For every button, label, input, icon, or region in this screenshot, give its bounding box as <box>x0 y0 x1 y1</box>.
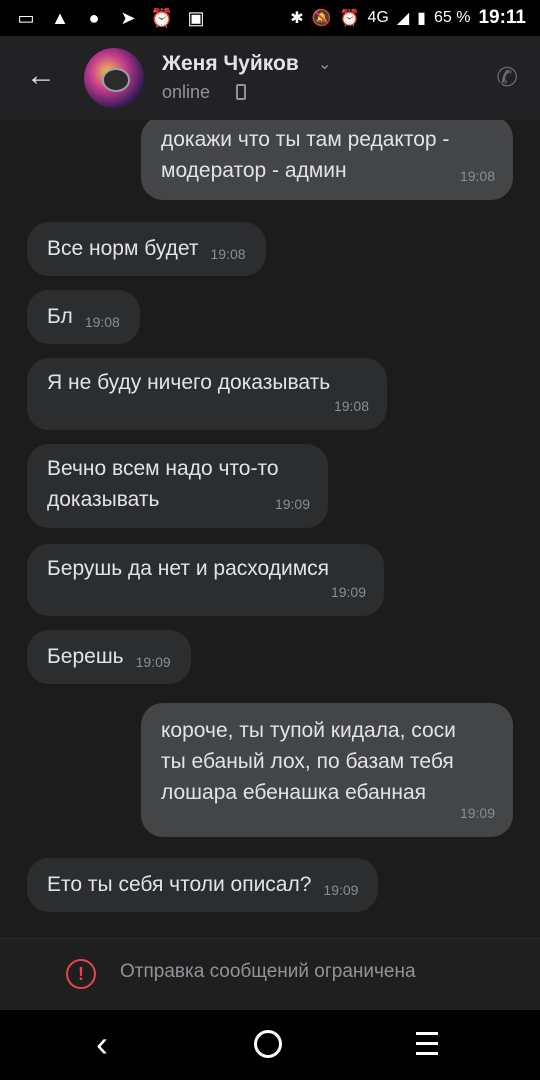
alarm-icon: ⏰ <box>339 10 360 27</box>
message-bubble[interactable]: Я не буду ничего доказывать 19:08 <box>27 358 387 430</box>
status-bar: ▭ ▲ ● ➤ ⏰ ▣ ✱ 🔕 ⏰ 4G ◢ ▮ 65 % 19:11 <box>0 0 540 36</box>
message-bubble[interactable]: Вечно всем надо что-то доказывать 19:09 <box>27 444 328 528</box>
message-text: короче, ты тупой кидала, соси ты ебаный … <box>161 719 456 804</box>
warning-icon: ▲ <box>51 7 69 28</box>
battery-percent: 65 % <box>433 9 471 26</box>
nav-home-icon[interactable] <box>254 1030 282 1058</box>
nav-menu-icon[interactable] <box>416 1032 438 1056</box>
message-time: 19:09 <box>323 882 359 898</box>
message-time: 19:08 <box>84 314 120 330</box>
messages-icon: ▭ <box>17 7 35 28</box>
system-navigation-bar: ‹ <box>0 1010 540 1080</box>
chat-icon: ● <box>88 7 100 28</box>
message-bubble[interactable]: Все норм будет 19:08 <box>27 222 266 276</box>
message-text: Берешь <box>47 645 124 668</box>
message-time: 19:09 <box>274 496 310 512</box>
chevron-down-icon[interactable]: ⌄ <box>318 54 331 74</box>
restriction-text: Отправка сообщений ограничена <box>120 961 416 982</box>
network-indicator: 4G <box>367 9 389 26</box>
clock: 19:11 <box>478 7 526 28</box>
back-arrow-icon[interactable]: ← <box>26 58 62 94</box>
alert-circle-icon: ! <box>66 959 96 989</box>
message-list[interactable]: докажи что ты там редактор - модератор -… <box>0 120 540 938</box>
phone-call-icon[interactable]: ✆ <box>496 62 518 93</box>
message-time: 19:08 <box>333 398 369 414</box>
avatar[interactable] <box>84 48 144 108</box>
message-text: Я не буду ничего доказывать <box>47 371 331 394</box>
message-text: Бл <box>47 305 73 328</box>
message-time: 19:08 <box>210 246 246 262</box>
contact-status: online <box>162 82 211 102</box>
message-bubble[interactable]: Берешь 19:09 <box>27 630 191 684</box>
message-time: 19:09 <box>135 654 171 670</box>
telegram-icon: ➤ <box>120 7 136 28</box>
bluetooth-icon: ✱ <box>290 10 304 27</box>
message-time: 19:09 <box>330 584 366 600</box>
message-text: Ето ты себя чтоли описал? <box>47 873 312 896</box>
message-text: Берушь да нет и расходимся <box>47 557 330 580</box>
signal-icon: ◢ <box>396 10 410 27</box>
mobile-device-icon <box>236 84 246 100</box>
message-time: 19:08 <box>459 168 495 184</box>
contact-name[interactable]: Женя Чуйков <box>162 52 299 76</box>
mute-icon: 🔕 <box>311 10 332 27</box>
alarm-icon: ⏰ <box>150 7 174 28</box>
message-bubble[interactable]: Бл 19:08 <box>27 290 140 344</box>
nav-back-icon[interactable]: ‹ <box>96 1024 126 1064</box>
chat-header: ← Женя Чуйков ⌄ online ✆ <box>0 36 540 120</box>
restriction-banner: ! Отправка сообщений ограничена <box>0 938 540 1011</box>
sms-icon: ▣ <box>187 7 205 28</box>
message-bubble[interactable]: короче, ты тупой кидала, соси ты ебаный … <box>141 703 513 837</box>
message-bubble[interactable]: докажи что ты там редактор - модератор -… <box>141 120 513 200</box>
message-bubble[interactable]: Берушь да нет и расходимся 19:09 <box>27 544 384 616</box>
message-time: 19:09 <box>459 805 495 821</box>
battery-icon: ▮ <box>417 10 426 27</box>
message-text: Вечно всем надо что-то доказывать <box>47 457 279 511</box>
message-text: Все норм будет <box>47 237 199 260</box>
message-text: докажи что ты там редактор - модератор -… <box>161 128 450 182</box>
message-bubble[interactable]: Ето ты себя чтоли описал? 19:09 <box>27 858 379 912</box>
